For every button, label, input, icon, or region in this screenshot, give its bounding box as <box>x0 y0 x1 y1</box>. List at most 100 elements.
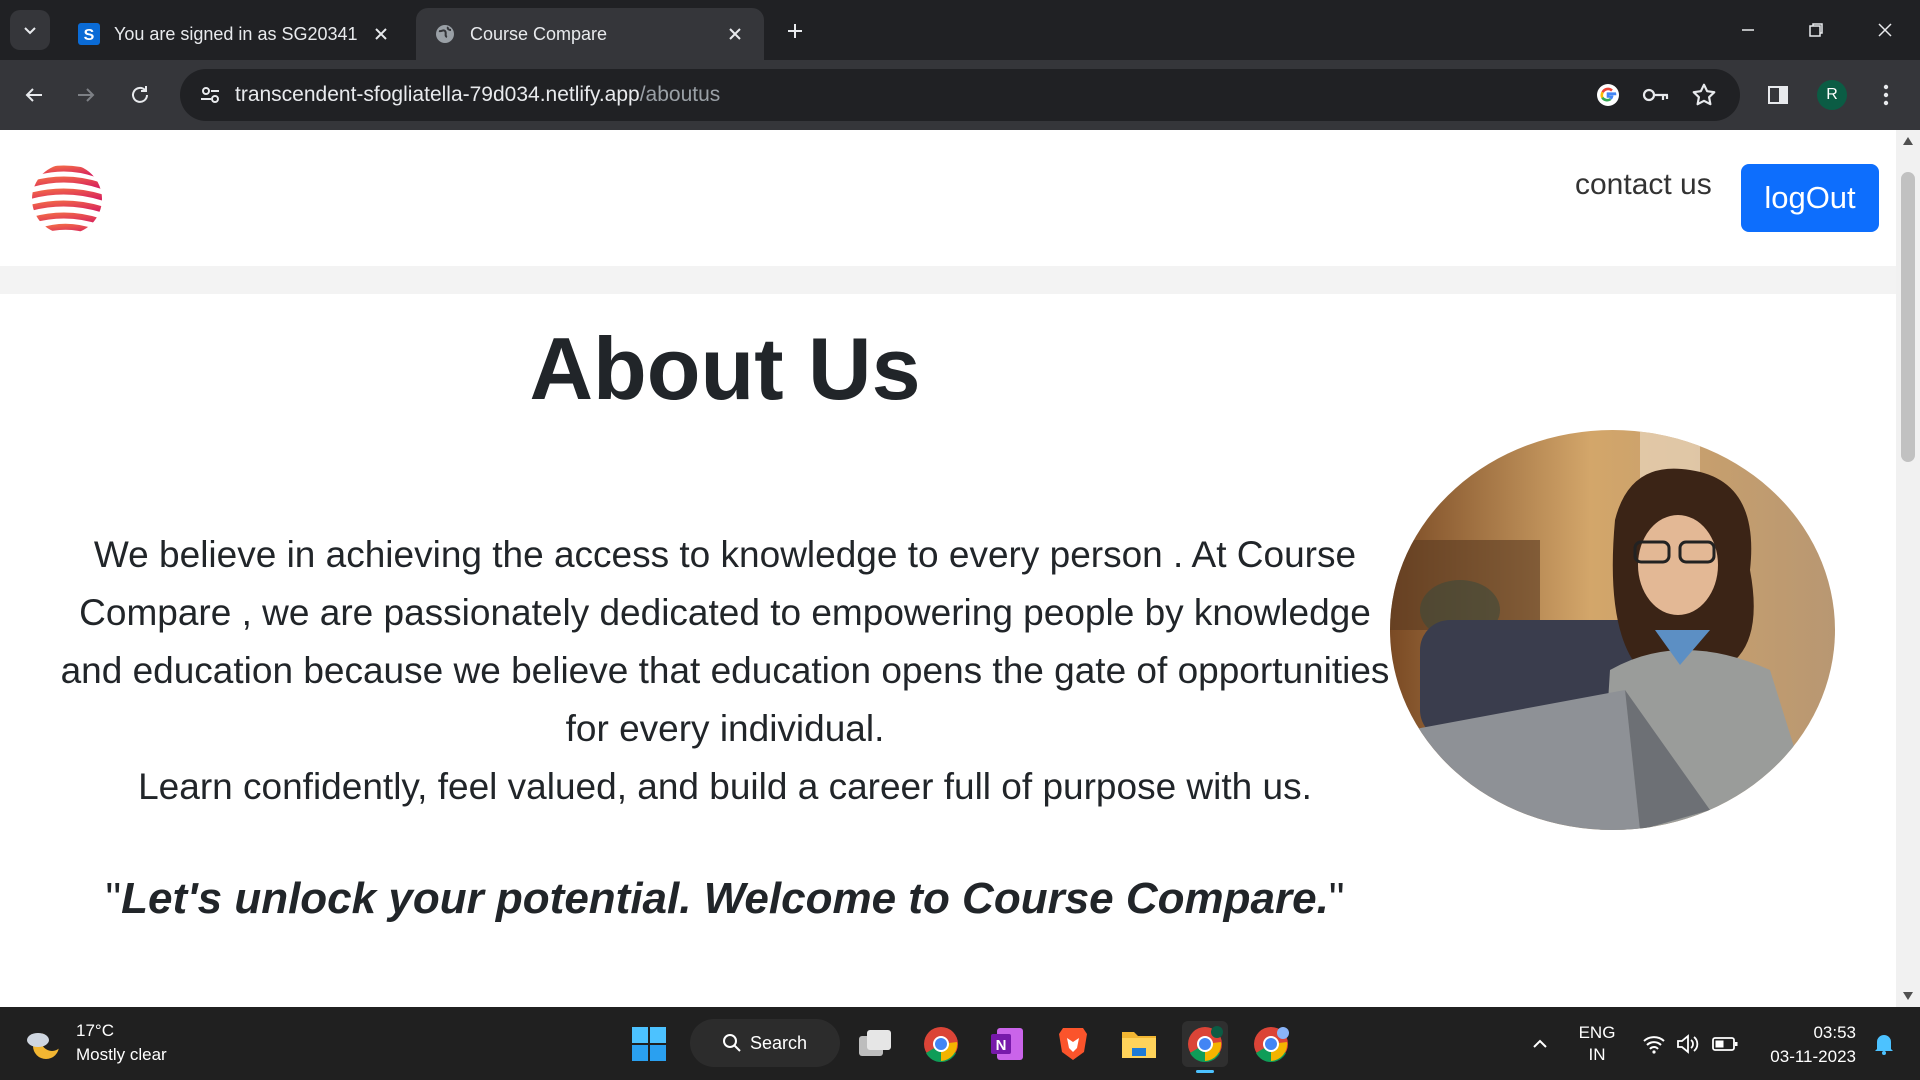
url-path: /aboutus <box>639 83 721 106</box>
nav-divider <box>0 266 1896 294</box>
logout-button[interactable]: logOut <box>1741 164 1879 232</box>
quote-text: Let's unlock your potential. Welcome to … <box>121 874 1329 923</box>
reload-icon <box>132 86 148 103</box>
quote-close-mark: " <box>1328 874 1345 923</box>
triangle-up-icon <box>1903 137 1913 145</box>
contact-us-link[interactable]: contact us <box>1575 168 1712 202</box>
wifi-status[interactable] <box>1638 1007 1670 1080</box>
close-icon[interactable] <box>370 23 392 45</box>
about-paragraph-2: Learn confidently, feel valued, and buil… <box>138 766 1312 807</box>
restore-button[interactable] <box>1796 14 1836 46</box>
triangle-down-icon <box>1903 992 1913 1000</box>
language-indicator[interactable]: ENG IN <box>1572 1007 1622 1080</box>
minimize-icon <box>1742 29 1754 31</box>
chrome-icon <box>924 1027 958 1062</box>
battery-status[interactable] <box>1708 1007 1742 1080</box>
tune-icon <box>201 87 219 103</box>
taskbar-chrome[interactable] <box>918 1021 964 1067</box>
windows-taskbar: 17°C Mostly clear Search N ENG IN 03:53 … <box>0 1007 1920 1080</box>
show-hidden-icons-button[interactable] <box>1520 1007 1560 1080</box>
browser-toolbar: transcendent-sfogliatella-79d034.netlify… <box>0 60 1920 130</box>
svg-text:S: S <box>84 27 95 44</box>
brave-icon <box>1059 1028 1087 1060</box>
battery-icon <box>1712 1036 1738 1051</box>
more-vertical-icon <box>1883 84 1889 106</box>
browser-menu-button[interactable] <box>1868 77 1904 113</box>
tab-signed-in[interactable]: S You are signed in as SG20341 <box>60 8 410 60</box>
google-lens-button[interactable] <box>1594 81 1622 109</box>
taskbar-chrome-profile-guest[interactable] <box>1248 1021 1294 1067</box>
address-bar[interactable]: transcendent-sfogliatella-79d034.netlify… <box>180 69 1740 121</box>
tab-course-compare[interactable]: Course Compare <box>416 8 764 60</box>
clock-time: 03:53 <box>1813 1023 1856 1042</box>
new-tab-button[interactable] <box>780 16 810 46</box>
tab-title: Course Compare <box>470 23 608 44</box>
system-clock[interactable]: 03:53 03-11-2023 <box>1750 1021 1856 1069</box>
folder-icon <box>1122 1032 1156 1058</box>
quote-open-mark: " <box>105 874 122 923</box>
restore-icon <box>1809 23 1823 37</box>
google-g-icon <box>1597 84 1619 106</box>
start-button[interactable] <box>626 1021 672 1067</box>
profile-avatar[interactable]: R <box>1817 80 1847 110</box>
taskbar-onenote[interactable]: N <box>984 1021 1030 1067</box>
plus-icon <box>788 24 802 38</box>
site-logo-icon[interactable] <box>30 162 104 236</box>
arrow-left-icon <box>25 88 42 102</box>
chevron-up-icon <box>1533 1039 1547 1048</box>
windows-logo-icon <box>632 1027 666 1061</box>
taskbar-search[interactable]: Search <box>690 1019 840 1067</box>
moon-cloud-icon <box>27 1029 62 1059</box>
clock-date: 03-11-2023 <box>1770 1047 1856 1066</box>
key-icon <box>1642 88 1669 102</box>
page-scrollbar[interactable] <box>1896 130 1920 1007</box>
taskbar-file-explorer[interactable] <box>1116 1021 1162 1067</box>
back-button[interactable] <box>14 75 54 115</box>
wifi-icon <box>1643 1035 1665 1054</box>
student-with-laptop-image <box>1390 430 1835 830</box>
close-icon <box>1878 23 1892 37</box>
chrome-icon <box>1254 1027 1289 1062</box>
welcome-quote: "Let's unlock your potential. Welcome to… <box>60 874 1390 924</box>
scroll-thumb[interactable] <box>1901 172 1915 462</box>
browser-tab-strip: S You are signed in as SG20341 Course Co… <box>0 0 1920 60</box>
task-view-icon <box>859 1030 891 1056</box>
bell-icon <box>1875 1034 1893 1055</box>
url-text[interactable]: transcendent-sfogliatella-79d034.netlify… <box>235 83 720 107</box>
close-window-button[interactable] <box>1865 14 1905 46</box>
chrome-icon <box>1188 1026 1223 1062</box>
search-label: Search <box>750 1032 808 1053</box>
globe-icon <box>436 25 454 43</box>
arrow-right-icon <box>78 88 95 102</box>
side-panel-button[interactable] <box>1760 77 1796 113</box>
site-navbar: contact us logOut <box>0 130 1896 266</box>
reload-button[interactable] <box>120 75 160 115</box>
weather-widget[interactable]: 17°C Mostly clear <box>24 1019 167 1067</box>
language-code: ENG <box>1578 1022 1616 1042</box>
s-letter-icon: S <box>78 23 100 45</box>
profile-initial: R <box>1826 86 1838 103</box>
tab-title: You are signed in as SG20341 <box>114 23 358 44</box>
about-paragraph-1: We believe in achieving the access to kn… <box>60 534 1390 749</box>
weather-temperature: 17°C <box>76 1021 114 1040</box>
scroll-down-arrow[interactable] <box>1896 985 1920 1007</box>
page-title: About Us <box>529 319 921 418</box>
forward-button[interactable] <box>66 75 106 115</box>
svg-text:N: N <box>996 1037 1007 1054</box>
site-info-button[interactable] <box>194 79 226 111</box>
notifications-button[interactable] <box>1864 1007 1904 1080</box>
task-view-button[interactable] <box>852 1021 898 1067</box>
scroll-up-arrow[interactable] <box>1896 130 1920 152</box>
star-icon <box>1692 83 1716 106</box>
minimize-button[interactable] <box>1728 14 1768 46</box>
close-icon[interactable] <box>724 23 746 45</box>
weather-description: Mostly clear <box>76 1045 167 1064</box>
taskbar-chrome-profile-r[interactable] <box>1182 1021 1228 1073</box>
volume-status[interactable] <box>1672 1007 1704 1080</box>
search-icon <box>723 1034 741 1052</box>
page-viewport: contact us logOut About Us We believe in… <box>0 130 1896 1007</box>
taskbar-brave[interactable] <box>1050 1021 1096 1067</box>
bookmark-star-button[interactable] <box>1690 81 1718 109</box>
tab-search-button[interactable] <box>10 10 50 50</box>
password-key-button[interactable] <box>1642 81 1670 109</box>
